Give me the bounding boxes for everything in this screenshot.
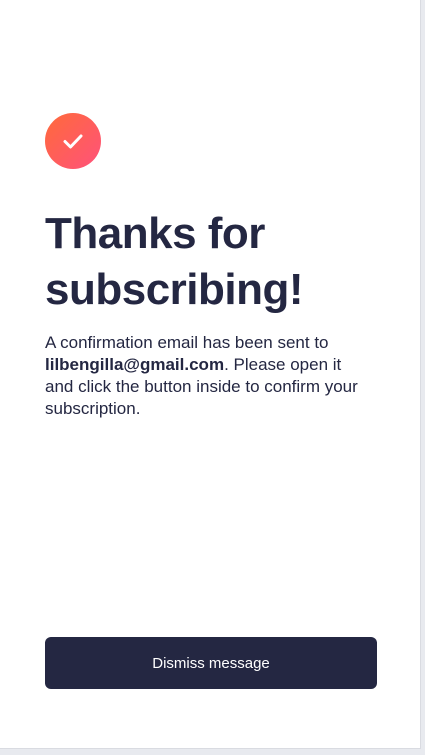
- confirmation-message: A confirmation email has been sent to li…: [45, 332, 365, 420]
- message-text-start: A confirmation email has been sent to: [45, 333, 329, 352]
- dismiss-message-button[interactable]: Dismiss message: [45, 637, 377, 689]
- check-icon: [45, 113, 101, 169]
- check-icon-glyph: [63, 134, 83, 149]
- subscriber-email: lilbengilla@gmail.com: [45, 355, 225, 374]
- page-title: Thanks for subscribing!: [45, 209, 304, 314]
- success-card: Thanks for subscribing! A confirmation e…: [0, 0, 421, 749]
